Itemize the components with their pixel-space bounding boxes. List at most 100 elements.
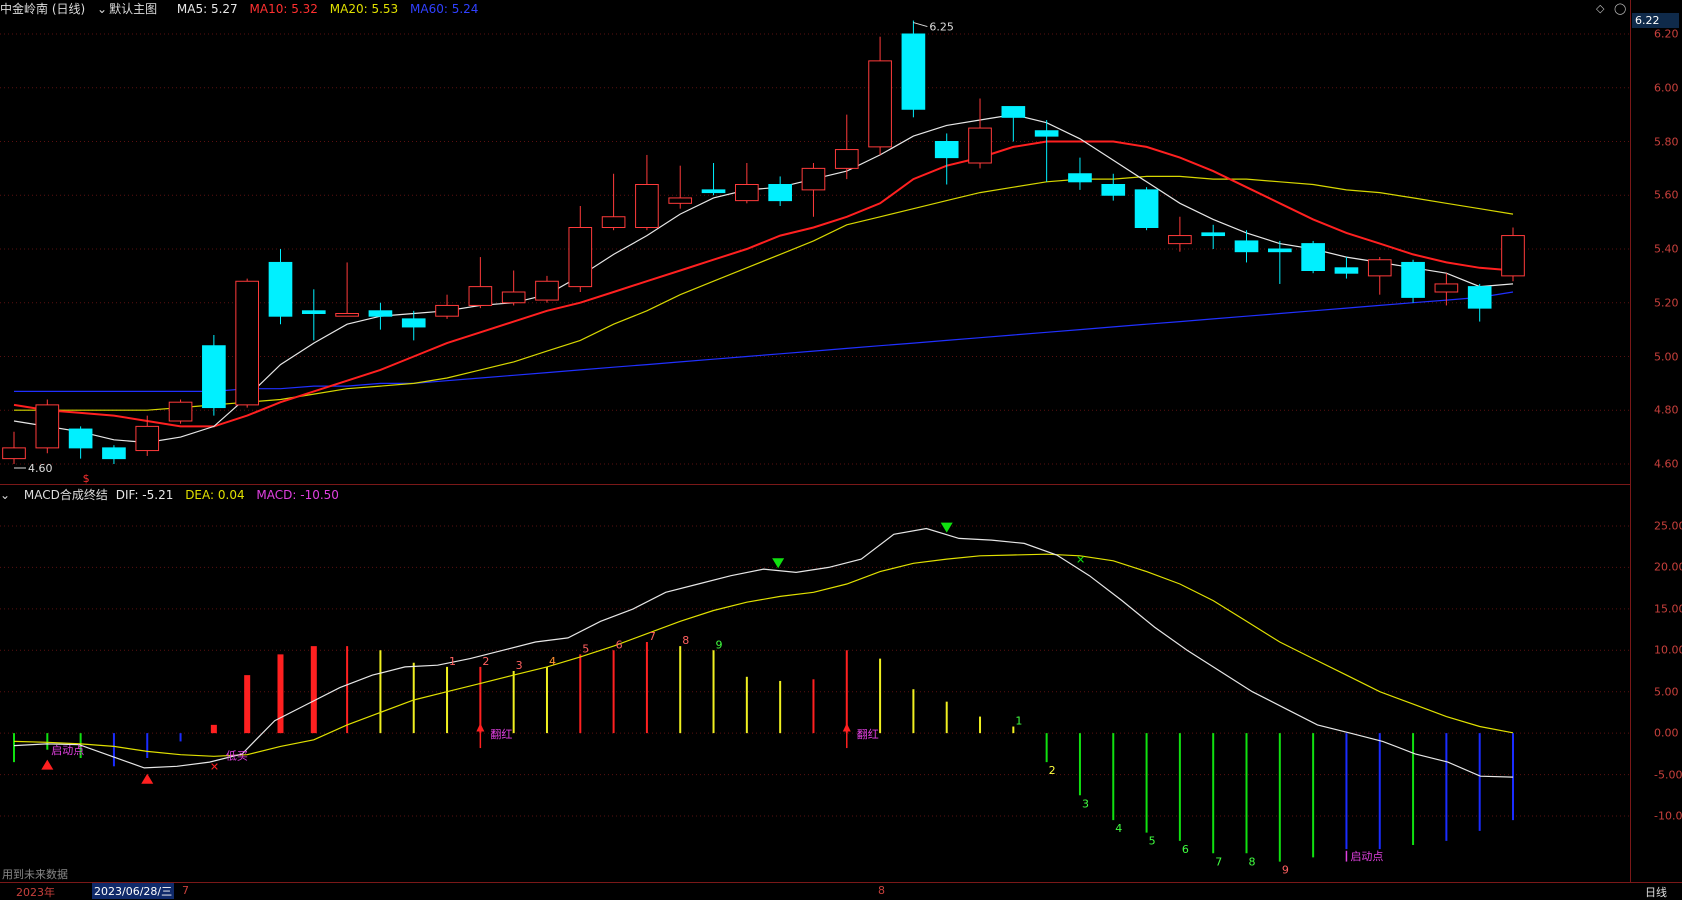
turn-red-label: 翻红 — [857, 727, 879, 741]
sequence-count: 8 — [682, 634, 689, 647]
candle-body — [1134, 189, 1159, 228]
sequence-count: 3 — [1082, 797, 1089, 810]
candle-body — [1401, 261, 1425, 298]
candle-body — [368, 310, 393, 317]
dea-line — [13, 553, 1514, 757]
candle-body — [2, 447, 26, 460]
candle-body — [1267, 248, 1292, 253]
candle-body — [635, 184, 659, 228]
turn-red-label: 翻红 — [490, 727, 512, 741]
sequence-count: 9 — [716, 638, 723, 651]
price-tick-label: 5.60 — [1654, 188, 1679, 202]
sequence-count: 7 — [1215, 855, 1222, 868]
candle-body — [1068, 173, 1092, 183]
candle-body — [1434, 283, 1459, 293]
sequence-count: 6 — [616, 638, 623, 651]
sequence-count: 9 — [1282, 864, 1289, 877]
cross-marker: ✕ — [1076, 553, 1085, 566]
macd-chart[interactable]: 1 2 3 4 5 6 7 8 9 1 2 3 4 5 6 7 8 9 启动点 低买 翻红 翻红启动点 ✕ ✕ — [0, 486, 1630, 882]
up-arrow-head — [842, 723, 851, 732]
pane-divider — [0, 484, 1630, 485]
sequence-count: 5 — [1149, 835, 1156, 848]
candle-body — [401, 318, 426, 328]
start-point-label: 启动点 — [51, 744, 84, 757]
candle-body — [535, 280, 559, 301]
macd-tick-label: 5.00 — [1654, 685, 1679, 699]
up-arrow-head — [476, 723, 485, 732]
candle-body — [701, 189, 726, 194]
buy-triangle — [41, 759, 54, 770]
candle-body — [568, 227, 593, 288]
candlestick-chart[interactable]: 6.25 4.60 $ — [0, 0, 1630, 484]
candle-body — [501, 291, 526, 304]
candle-body — [102, 447, 126, 460]
sequence-count: 6 — [1182, 843, 1189, 856]
candle-body — [1301, 243, 1325, 271]
macd-tick-label: -5.00 — [1654, 768, 1682, 782]
cross-marker: ✕ — [210, 760, 219, 773]
candle-body — [1168, 235, 1192, 245]
candle-body — [435, 304, 459, 317]
candle-body — [1334, 267, 1359, 274]
price-tick-label: 5.80 — [1654, 135, 1679, 148]
sequence-count: 3 — [516, 659, 523, 672]
price-tick-label: 5.00 — [1654, 350, 1679, 363]
current-price-tag: 6.22 — [1632, 13, 1679, 28]
dif-line — [13, 527, 1514, 778]
buy-triangle — [141, 773, 154, 784]
high-pointer — [913, 22, 928, 28]
sequence-count: 8 — [1249, 855, 1256, 868]
s-marker: $ — [83, 472, 90, 484]
macd-tick-label: 0.00 — [1654, 726, 1679, 740]
high-price-label: 6.25 — [929, 21, 954, 34]
sell-triangle — [772, 558, 785, 569]
candle-body — [235, 280, 260, 406]
candle-body — [1367, 259, 1392, 277]
future-data-note: 用到未来数据 — [2, 868, 68, 881]
candle-body — [268, 261, 293, 317]
price-tick-label: 4.80 — [1654, 403, 1679, 417]
sell-triangle — [940, 522, 953, 533]
candle-body — [35, 404, 60, 449]
candle-body — [1001, 106, 1026, 118]
candle-body — [1501, 235, 1525, 277]
candle-body — [901, 33, 926, 110]
candle-body — [934, 141, 959, 159]
price-tick-label: 6.20 — [1654, 27, 1679, 41]
price-tick-label: 5.40 — [1654, 242, 1679, 256]
candle-body — [1034, 130, 1059, 137]
candle-body — [1201, 232, 1226, 237]
price-tick-label: 5.20 — [1654, 296, 1679, 310]
sequence-count: 2 — [482, 655, 489, 668]
candle-body — [335, 313, 359, 317]
macd-tick-label: 10.00 — [1654, 643, 1682, 657]
price-tick-label: 4.60 — [1654, 457, 1679, 471]
month-8-label: 8 — [878, 884, 885, 897]
price-tick-label: 6.00 — [1654, 81, 1679, 95]
candle-body — [1101, 184, 1126, 196]
candle-body — [301, 310, 326, 314]
sequence-count: 2 — [1049, 764, 1056, 777]
candle-body — [468, 286, 493, 306]
candle-body — [168, 401, 193, 422]
sequence-count: 5 — [582, 642, 589, 655]
candle-body — [768, 184, 792, 202]
candle-body — [735, 184, 759, 202]
candle-body — [68, 428, 93, 449]
candle-body — [668, 197, 693, 204]
candle-body — [202, 345, 226, 409]
sequence-count: 4 — [1115, 822, 1122, 835]
date-label: 2023/06/28/三 — [92, 883, 175, 899]
candle-body — [834, 149, 859, 169]
macd-tick-label: -10.00 — [1654, 809, 1682, 823]
month-7-label: 7 — [182, 884, 189, 897]
candle-body — [601, 216, 626, 228]
candle-body — [868, 60, 892, 148]
sequence-count: 4 — [549, 655, 556, 668]
macd-tick-label: 15.00 — [1654, 602, 1682, 616]
candle-body — [135, 425, 160, 452]
sequence-count: 1 — [449, 655, 456, 668]
macd-tick-label: 25.00 — [1654, 519, 1682, 533]
candle-body — [968, 127, 992, 164]
candle-body — [1467, 286, 1492, 309]
